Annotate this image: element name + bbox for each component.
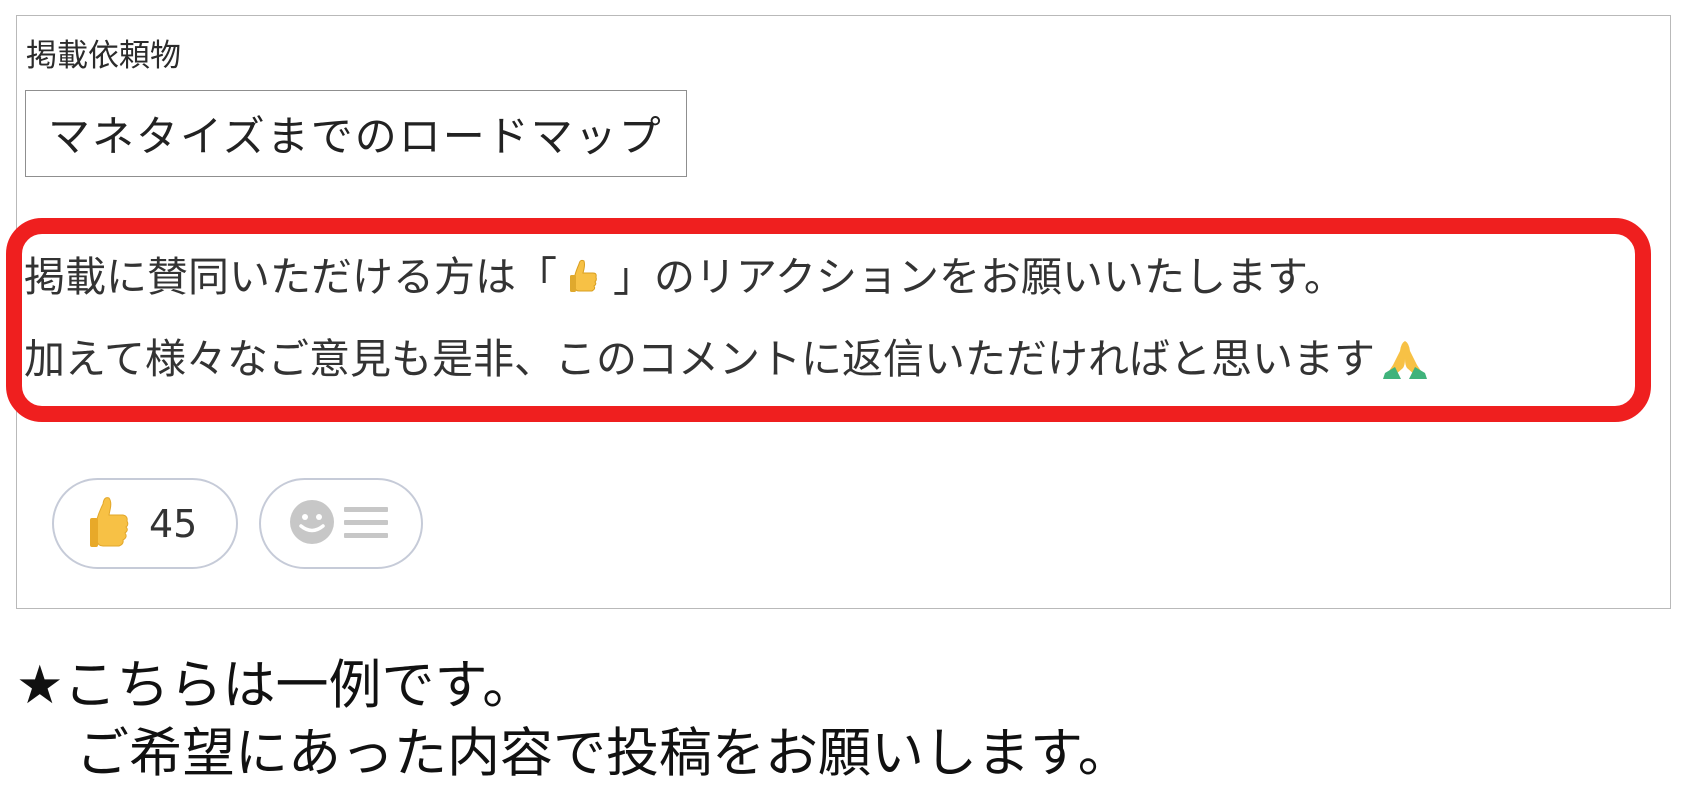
folded-hands-icon: [1381, 337, 1427, 381]
title-value: マネタイズまでのロードマップ: [48, 112, 663, 161]
note-line-1: ★こちらは一例です。: [16, 655, 536, 716]
reaction-bar: 45: [52, 478, 423, 569]
add-reaction-icon: [288, 497, 392, 551]
thumbs-up-icon: [563, 255, 607, 299]
title-field[interactable]: マネタイズまでのロードマップ: [25, 90, 687, 177]
reaction-count: 45: [149, 501, 198, 546]
section-label: 掲載依頼物: [26, 38, 181, 74]
message-line-1-start: 掲載に賛同いただける方は「: [24, 253, 557, 301]
message-line-1: 掲載に賛同いただける方は「 」のリアクションをお願いいたします。: [24, 249, 1345, 305]
message-line-2: 加えて様々なご意見も是非、このコメントに返信いただければと思います: [24, 331, 1431, 387]
message-line-2-text: 加えて様々なご意見も是非、このコメントに返信いただければと思います: [24, 335, 1375, 383]
note-line-2: ご希望にあった内容で投稿をお願いします。: [76, 723, 1131, 784]
thumbs-up-reaction-button[interactable]: 45: [52, 478, 238, 569]
message-line-1-end: 」のリアクションをお願いいたします。: [613, 253, 1345, 301]
thumbs-up-icon: [85, 492, 133, 556]
add-reaction-button[interactable]: [259, 478, 423, 569]
